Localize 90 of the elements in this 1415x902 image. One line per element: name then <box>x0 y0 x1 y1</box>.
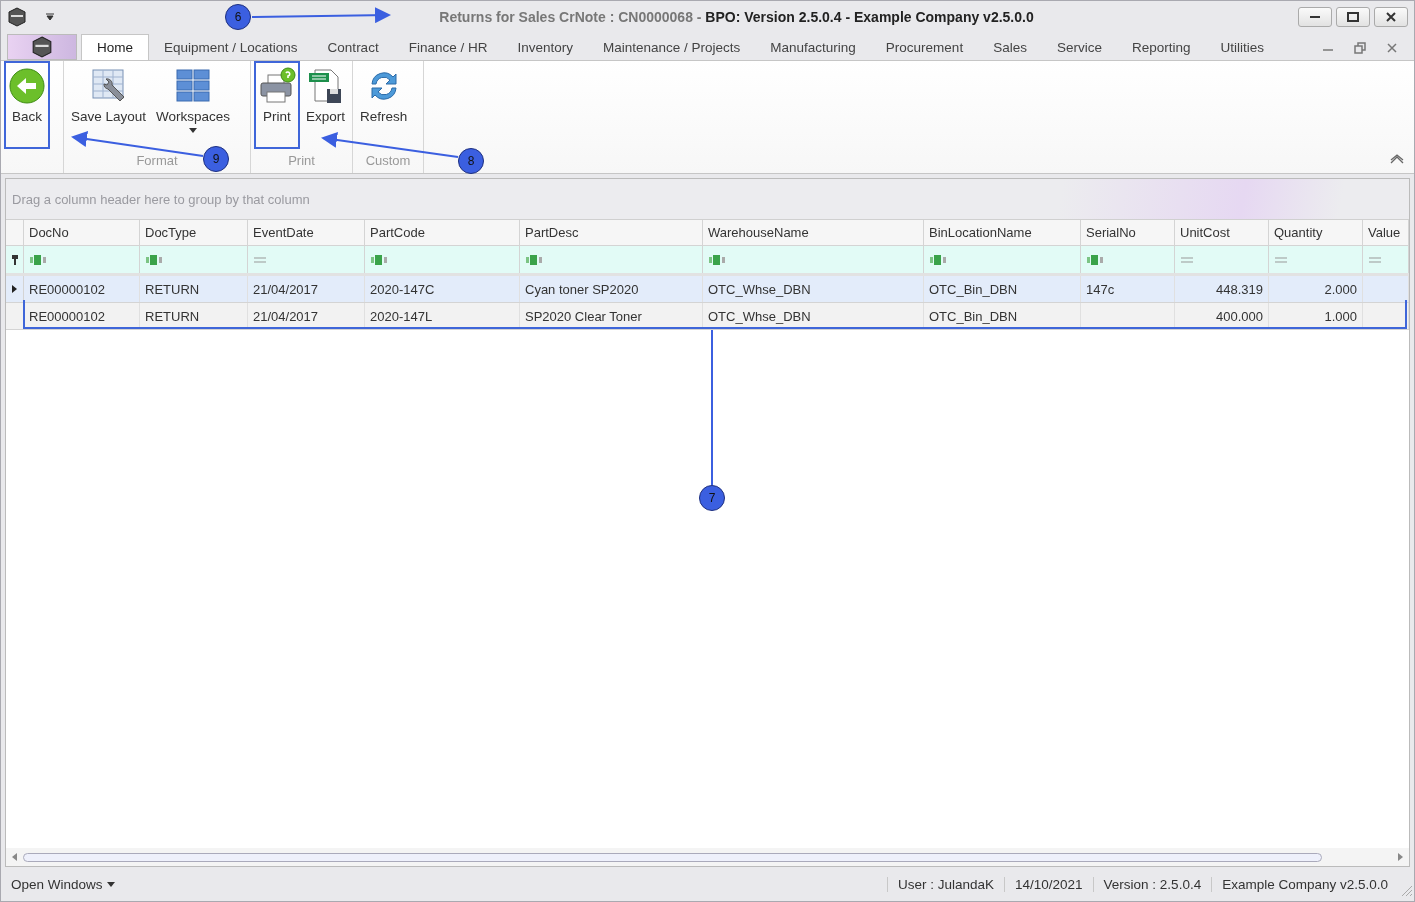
column-header[interactable]: PartDesc <box>520 220 703 245</box>
table-cell: OTC_Bin_DBN <box>924 303 1081 329</box>
table-cell: RETURN <box>140 303 248 329</box>
close-button[interactable] <box>1374 6 1408 27</box>
minimize-button[interactable] <box>1298 6 1332 27</box>
ribbon-tab[interactable]: Procurement <box>870 34 979 60</box>
caret-icon <box>106 881 115 887</box>
ribbon-tab[interactable]: Contract <box>312 34 394 60</box>
ribbon-tab[interactable]: Reporting <box>1116 34 1206 60</box>
grid-tiles-icon <box>174 67 213 105</box>
abc-filter-icon <box>525 254 545 265</box>
application-menu-button[interactable] <box>7 34 77 60</box>
ribbon-tab[interactable]: Sales <box>978 34 1042 60</box>
table-cell: SP2020 Clear Toner <box>520 303 703 329</box>
maximize-button[interactable] <box>1336 6 1370 27</box>
table-cell: OTC_Whse_DBN <box>703 276 924 302</box>
app-logo-icon <box>30 36 54 58</box>
maximize-icon <box>1347 11 1359 22</box>
column-header[interactable]: UnitCost <box>1175 220 1269 245</box>
group-label: Custom <box>365 153 411 170</box>
printer-question-icon <box>258 67 296 105</box>
open-windows-menu[interactable]: Open Windows <box>1 876 125 892</box>
abc-filter-icon <box>29 254 49 265</box>
column-header[interactable]: DocNo <box>24 220 140 245</box>
close-icon <box>1385 11 1397 22</box>
table-cell: RETURN <box>140 276 248 302</box>
table-cell: 2.000 <box>1269 276 1363 302</box>
filter-pin-icon <box>11 254 18 265</box>
column-header[interactable]: Quantity <box>1269 220 1363 245</box>
scroll-left-icon[interactable] <box>12 853 17 861</box>
column-header[interactable]: WarehouseName <box>703 220 924 245</box>
column-header[interactable]: EventDate <box>248 220 365 245</box>
ribbon-tab[interactable]: Inventory <box>502 34 588 60</box>
status-item: User : JulandaK <box>886 876 1004 892</box>
restore-icon[interactable] <box>1354 42 1366 54</box>
abc-filter-icon <box>145 254 165 265</box>
column-header[interactable]: BinLocationName <box>924 220 1081 245</box>
column-header[interactable]: DocType <box>140 220 248 245</box>
abc-filter-icon <box>929 254 949 265</box>
ribbon-tab[interactable]: Equipment / Locations <box>149 34 313 60</box>
table-cell: OTC_Whse_DBN <box>703 303 924 329</box>
row-pointer-icon <box>12 285 17 293</box>
scroll-right-icon[interactable] <box>1398 853 1403 861</box>
equals-filter-icon <box>1274 256 1288 263</box>
abc-filter-icon <box>370 254 390 265</box>
ribbon-button[interactable]: Workspaces <box>152 61 235 149</box>
ribbon-tab[interactable]: Manufacturing <box>755 34 871 60</box>
group-label: Print <box>288 153 315 170</box>
abc-filter-icon <box>708 254 728 265</box>
ribbon-button[interactable]: Back <box>4 61 50 149</box>
table-cell: 21/04/2017 <box>248 303 365 329</box>
column-header[interactable]: PartCode <box>365 220 520 245</box>
equals-filter-icon <box>253 256 267 263</box>
ribbon-button[interactable]: Export <box>302 61 350 149</box>
table-cell: 1.000 <box>1269 303 1363 329</box>
table-cell: Cyan toner SP2020 <box>520 276 703 302</box>
callout-badge: 6 <box>225 4 251 30</box>
ribbon-button[interactable]: Save Layout <box>67 61 151 149</box>
group-label: Format <box>136 153 178 170</box>
ribbon-button[interactable]: Print <box>254 61 300 149</box>
app-logo-icon[interactable] <box>7 6 27 27</box>
equals-filter-icon <box>1180 256 1194 263</box>
table-cell: 400.000 <box>1175 303 1269 329</box>
table-cell: 448.319 <box>1175 276 1269 302</box>
ribbon-tab[interactable]: Service <box>1041 34 1117 60</box>
ribbon-tab[interactable]: Home <box>81 34 149 60</box>
close-icon[interactable] <box>1386 42 1398 54</box>
ribbon-tab[interactable]: Maintenance / Projects <box>587 34 756 60</box>
equals-filter-icon <box>1368 256 1382 263</box>
column-header[interactable]: SerialNo <box>1081 220 1175 245</box>
abc-filter-icon <box>1086 254 1106 265</box>
group-panel-hint: Drag a column header here to group by that column <box>6 179 1409 220</box>
status-item: Example Company v2.5.0.0 <box>1211 876 1398 892</box>
table-cell: 21/04/2017 <box>248 276 365 302</box>
status-item: Version : 2.5.0.4 <box>1092 876 1212 892</box>
table-cell: RE00000102 <box>24 303 140 329</box>
scrollbar-thumb[interactable] <box>23 852 1322 862</box>
ribbon-tab[interactable]: Finance / HR <box>393 34 503 60</box>
table-cell: 147c <box>1081 276 1175 302</box>
window-title: Returns for Sales CrNote : CN0000068 - BPO: Version 2.5.0.4 - Example Company v2.5.0.0 <box>439 8 1034 25</box>
minimize-icon <box>1309 15 1321 18</box>
ribbon-button[interactable]: Refresh <box>356 61 412 149</box>
status-item: 14/10/2021 <box>1004 876 1093 892</box>
table-cell: 2020-147C <box>365 276 520 302</box>
table-cell: OTC_Bin_DBN <box>924 276 1081 302</box>
table-cell: 2020-147L <box>365 303 520 329</box>
table-cell: RE00000102 <box>24 276 140 302</box>
ribbon-tab[interactable]: Utilities <box>1205 34 1279 60</box>
dropdown-caret-icon[interactable] <box>45 12 55 21</box>
column-header[interactable]: Value <box>1363 220 1409 245</box>
